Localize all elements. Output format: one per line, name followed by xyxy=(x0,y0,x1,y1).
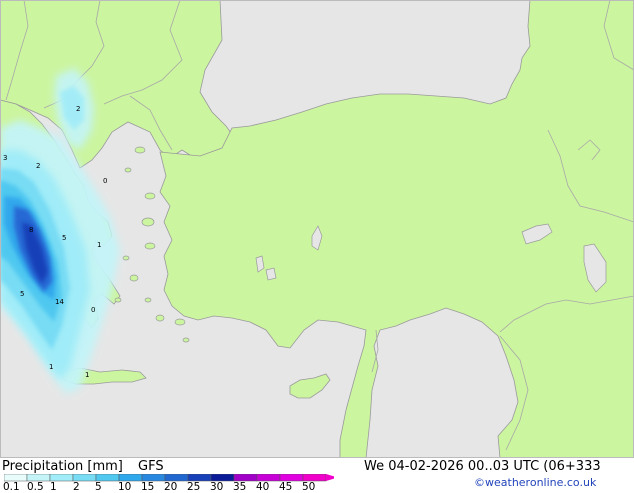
legend-arrow xyxy=(326,474,334,481)
precip-label: 2 xyxy=(36,162,40,170)
map-title: Precipitation [mm] xyxy=(2,459,123,474)
legend-tick: 40 xyxy=(256,481,270,493)
legend-tick: 5 xyxy=(95,481,102,493)
credit-link[interactable]: ©weatheronline.co.uk xyxy=(474,476,596,489)
precip-label: 8 xyxy=(29,226,33,234)
legend-tick: 15 xyxy=(141,481,155,493)
legend-swatch xyxy=(72,474,97,482)
legend-tick: 0.5 xyxy=(27,481,44,493)
legend-swatch xyxy=(26,474,51,482)
precipitation-map: 2 3 2 0 8 5 1 5 14 0 1 1 xyxy=(0,0,634,458)
precip-label: 0 xyxy=(91,306,95,314)
legend-swatch xyxy=(187,474,212,482)
legend-swatch xyxy=(95,474,120,482)
legend-swatch xyxy=(210,474,235,482)
precip-label: 1 xyxy=(49,363,53,371)
precip-label: 0 xyxy=(103,177,107,185)
legend-swatch xyxy=(164,474,189,482)
legend-tick: 1 xyxy=(50,481,57,493)
legend-swatch xyxy=(4,474,28,482)
legend-tick: 30 xyxy=(210,481,224,493)
precip-label: 2 xyxy=(76,105,80,113)
forecast-datetime: We 04-02-2026 00..03 UTC (06+333 xyxy=(364,459,601,474)
legend-tick: 2 xyxy=(73,481,80,493)
precip-label: 3 xyxy=(3,154,7,162)
legend-tick: 0.1 xyxy=(3,481,20,493)
legend-swatch xyxy=(118,474,143,482)
legend-swatch xyxy=(49,474,74,482)
legend-tick: 35 xyxy=(233,481,247,493)
precip-label: 1 xyxy=(97,241,101,249)
legend-swatch xyxy=(256,474,281,482)
legend-swatch xyxy=(279,474,304,482)
legend-tick: 50 xyxy=(302,481,316,493)
legend-tick: 25 xyxy=(187,481,201,493)
legend-swatch xyxy=(302,474,327,482)
legend-tick: 45 xyxy=(279,481,293,493)
precip-label: 5 xyxy=(62,234,66,242)
legend-swatch xyxy=(141,474,166,482)
precip-label: 14 xyxy=(55,298,64,306)
precip-label: 5 xyxy=(20,290,24,298)
legend-tick: 10 xyxy=(118,481,132,493)
model-name: GFS xyxy=(138,459,164,474)
legend-swatch xyxy=(233,474,258,482)
legend-tick: 20 xyxy=(164,481,178,493)
precip-label: 1 xyxy=(85,371,89,379)
